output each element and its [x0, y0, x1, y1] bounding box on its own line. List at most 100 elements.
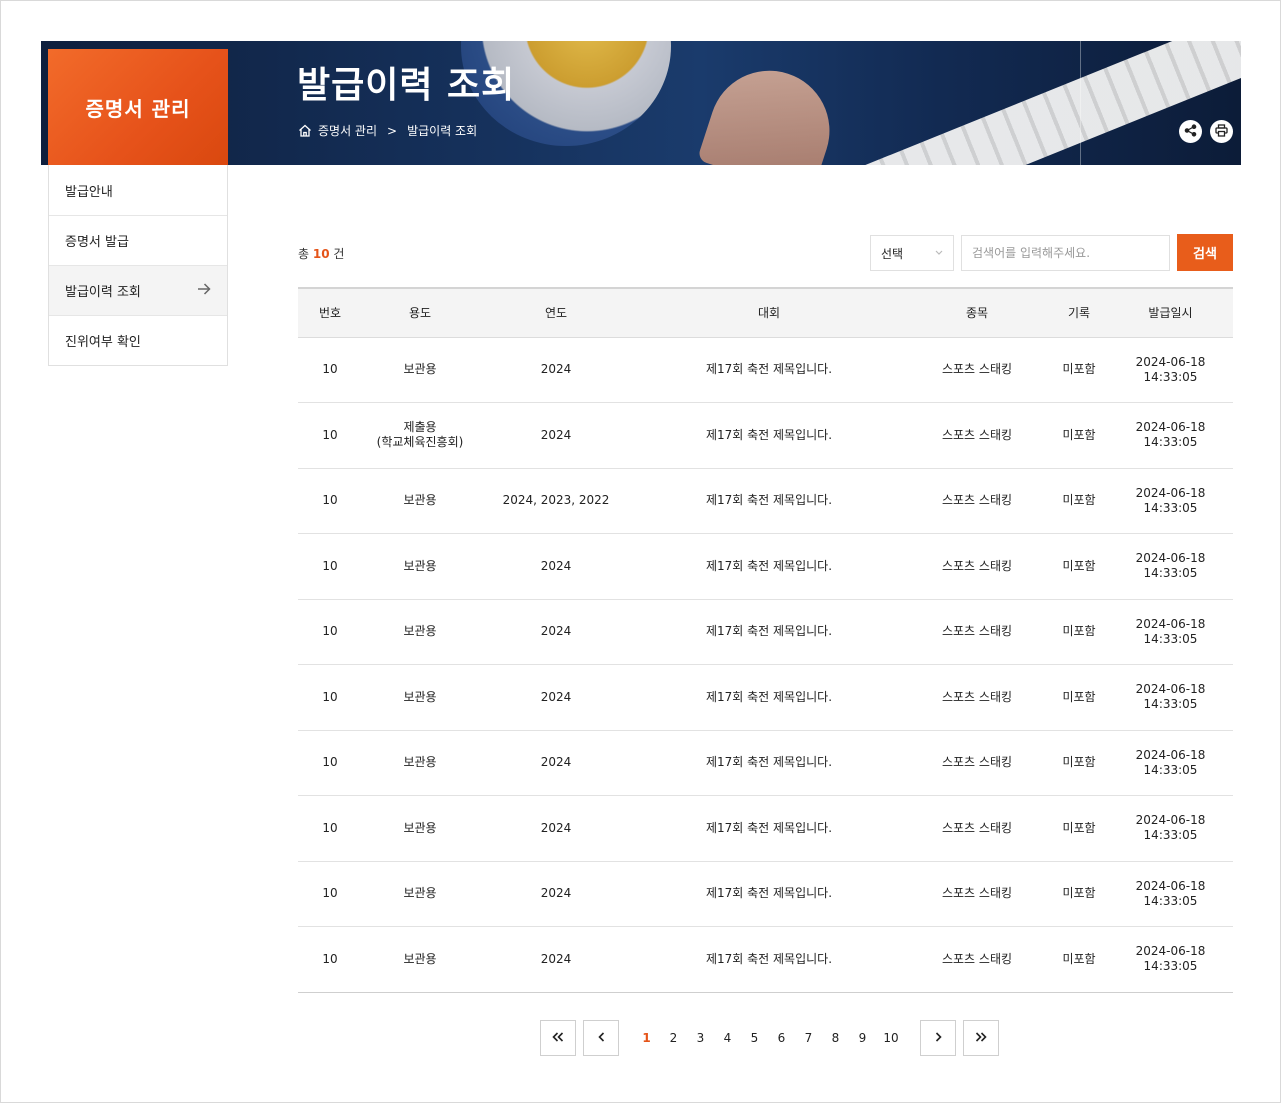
cell-usage: 보관용 [362, 664, 478, 731]
double-chevron-right-icon [975, 1030, 987, 1046]
table-row: 10 보관용 2024 제17회 축전 제목입니다. 스포츠 스태킹 미포함 2024-06… [298, 926, 1233, 993]
next-page-button[interactable] [920, 1020, 956, 1056]
page-number-3[interactable]: 3 [687, 1031, 714, 1045]
time-text: 14:33:05 [1143, 893, 1198, 908]
page-number-7[interactable]: 7 [795, 1031, 822, 1045]
page-number-6[interactable]: 6 [768, 1031, 795, 1045]
page-number-2[interactable]: 2 [660, 1031, 687, 1045]
chevron-right-icon [935, 1030, 942, 1046]
usage-text: 보관용 [403, 493, 437, 508]
sidebar: 발급안내 증명서 발급 발급이력 조회 진위여부 확인 [48, 165, 228, 366]
column-header-usage: 용도 [362, 288, 478, 338]
cell-usage: 보관용 [362, 599, 478, 665]
time-text: 14:33:05 [1143, 631, 1198, 646]
page-number-9[interactable]: 9 [849, 1031, 876, 1045]
total-suffix: 건 [333, 247, 345, 261]
cell-sport: 스포츠 스태킹 [904, 533, 1050, 600]
column-header-sport: 종목 [904, 288, 1050, 338]
column-header-record: 기록 [1050, 288, 1108, 338]
time-text: 14:33:05 [1143, 959, 1198, 974]
cell-year: 2024 [478, 533, 634, 600]
usage-text: 제출용 [403, 420, 437, 435]
cell-event: 제17회 축전 제목입니다. [634, 861, 904, 927]
sidebar-item-label: 발급이력 조회 [65, 285, 141, 300]
usage-text: 보관용 [403, 558, 437, 573]
print-icon [1215, 122, 1228, 141]
chevron-left-icon [597, 1030, 605, 1046]
cell-sport: 스포츠 스태킹 [904, 599, 1050, 665]
cell-usage: 보관용 [362, 337, 478, 403]
usage-text: 보관용 [403, 820, 437, 835]
select-value: 선택 [881, 246, 904, 261]
search-type-select[interactable]: 선택 [870, 235, 954, 271]
double-chevron-left-icon [552, 1030, 564, 1046]
date-text: 2024-06-18 [1135, 944, 1206, 959]
banner-net-line [1080, 41, 1081, 165]
cell-event: 제17회 축전 제목입니다. [634, 337, 904, 403]
cell-usage: 보관용 [362, 861, 478, 927]
cell-event: 제17회 축전 제목입니다. [634, 402, 904, 469]
cell-date: 2024-06-18 14:33:05 [1108, 468, 1233, 534]
page-number-10[interactable]: 10 [876, 1031, 906, 1045]
sidebar-item-history[interactable]: 발급이력 조회 [49, 265, 227, 315]
page-number-1[interactable]: 1 [633, 1031, 660, 1045]
cell-usage: 보관용 [362, 730, 478, 796]
history-table: 번호 용도 연도 대회 종목 기록 발급일시 10 보관용 2024 제17회 축전 … [298, 287, 1233, 993]
cell-date: 2024-06-18 14:33:05 [1108, 730, 1233, 796]
sidebar-item-issue[interactable]: 증명서 발급 [49, 215, 227, 265]
table-row: 10 보관용 2024 제17회 축전 제목입니다. 스포츠 스태킹 미포함 2024-06… [298, 861, 1233, 927]
cell-no: 10 [298, 926, 362, 993]
print-button[interactable] [1210, 120, 1233, 143]
cell-record: 미포함 [1050, 664, 1108, 731]
cell-usage: 제출용 (학교체육진흥회) [362, 402, 478, 469]
cell-year: 2024 [478, 664, 634, 731]
search-input[interactable] [961, 235, 1170, 271]
last-page-button[interactable] [963, 1020, 999, 1056]
cell-event: 제17회 축전 제목입니다. [634, 664, 904, 731]
cell-no: 10 [298, 468, 362, 534]
cell-sport: 스포츠 스태킹 [904, 664, 1050, 731]
search-button[interactable]: 검색 [1177, 234, 1233, 271]
time-text: 14:33:05 [1143, 697, 1198, 712]
share-button[interactable] [1179, 120, 1202, 143]
page-number-5[interactable]: 5 [741, 1031, 768, 1045]
sidebar-item-guide[interactable]: 발급안내 [49, 165, 227, 215]
cell-date: 2024-06-18 14:33:05 [1108, 599, 1233, 665]
page-number-4[interactable]: 4 [714, 1031, 741, 1045]
usage-text: 보관용 [403, 689, 437, 704]
time-text: 14:33:05 [1143, 500, 1198, 515]
date-text: 2024-06-18 [1135, 747, 1206, 762]
home-icon[interactable] [298, 124, 312, 137]
breadcrumb-item-section[interactable]: 증명서 관리 [318, 122, 377, 139]
table-row: 10 보관용 2024 제17회 축전 제목입니다. 스포츠 스태킹 미포함 2024-06… [298, 599, 1233, 665]
cell-year: 2024 [478, 599, 634, 665]
cell-no: 10 [298, 664, 362, 731]
date-text: 2024-06-18 [1135, 420, 1206, 435]
sidebar-item-verify[interactable]: 진위여부 확인 [49, 315, 227, 365]
pagination: 1 2 3 4 5 6 7 8 9 10 [540, 1020, 999, 1056]
share-icon [1184, 122, 1197, 141]
date-text: 2024-06-18 [1135, 616, 1206, 631]
cell-record: 미포함 [1050, 337, 1108, 403]
cell-record: 미포함 [1050, 599, 1108, 665]
table-header-row: 번호 용도 연도 대회 종목 기록 발급일시 [298, 288, 1233, 338]
total-number: 10 [312, 247, 330, 261]
cell-sport: 스포츠 스태킹 [904, 795, 1050, 862]
cell-usage: 보관용 [362, 926, 478, 993]
cell-no: 10 [298, 599, 362, 665]
cell-record: 미포함 [1050, 468, 1108, 534]
cell-year: 2024 [478, 861, 634, 927]
breadcrumb-item-current[interactable]: 발급이력 조회 [407, 122, 477, 139]
cell-record: 미포함 [1050, 402, 1108, 469]
breadcrumb-separator: > [387, 123, 398, 138]
cell-usage: 보관용 [362, 468, 478, 534]
prev-page-button[interactable] [583, 1020, 619, 1056]
cell-record: 미포함 [1050, 926, 1108, 993]
column-header-event: 대회 [634, 288, 904, 338]
cell-sport: 스포츠 스태킹 [904, 468, 1050, 534]
page-number-8[interactable]: 8 [822, 1031, 849, 1045]
date-text: 2024-06-18 [1135, 354, 1206, 369]
cell-record: 미포함 [1050, 730, 1108, 796]
first-page-button[interactable] [540, 1020, 576, 1056]
cell-date: 2024-06-18 14:33:05 [1108, 926, 1233, 993]
